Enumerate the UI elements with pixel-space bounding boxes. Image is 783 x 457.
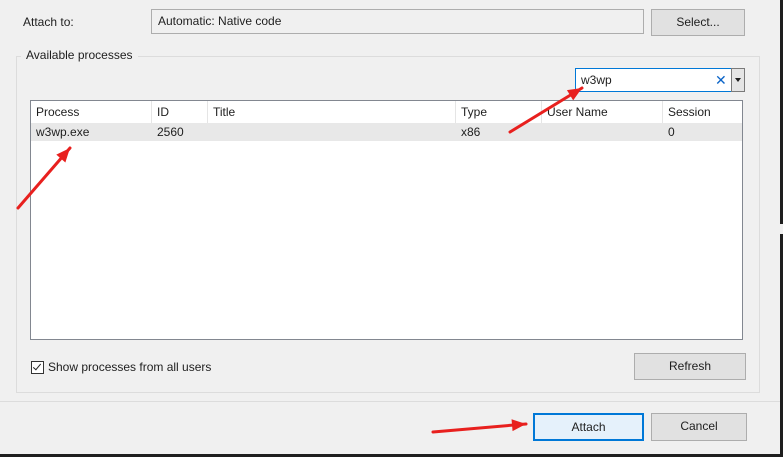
table-row[interactable]: w3wp.exe 2560 x86 0 bbox=[31, 123, 742, 141]
filter-dropdown-button[interactable] bbox=[731, 68, 745, 92]
arrow-to-attach-head bbox=[511, 419, 526, 432]
arrow-to-attach bbox=[431, 422, 528, 434]
cell-id: 2560 bbox=[157, 125, 184, 139]
show-all-users-checkbox[interactable] bbox=[31, 360, 44, 374]
close-icon[interactable]: ✕ bbox=[715, 71, 727, 89]
column-header-user-name[interactable]: User Name bbox=[542, 101, 663, 123]
process-list-header: Process ID Title Type User Name Session bbox=[31, 101, 742, 123]
cancel-button[interactable]: Cancel bbox=[651, 413, 747, 441]
refresh-button[interactable]: Refresh bbox=[634, 353, 746, 380]
column-header-type[interactable]: Type bbox=[456, 101, 542, 123]
process-filter-input[interactable] bbox=[579, 71, 703, 89]
available-processes-label: Available processes bbox=[21, 48, 138, 62]
cell-user-name bbox=[542, 123, 663, 141]
process-list[interactable]: Process ID Title Type User Name Session … bbox=[30, 100, 743, 340]
cell-title bbox=[208, 123, 456, 141]
column-header-title[interactable]: Title bbox=[208, 101, 456, 123]
column-header-process[interactable]: Process bbox=[31, 101, 152, 123]
show-all-users-label: Show processes from all users bbox=[48, 360, 212, 374]
cell-session: 0 bbox=[668, 125, 675, 139]
column-header-id[interactable]: ID bbox=[152, 101, 208, 123]
cell-type: x86 bbox=[461, 125, 481, 139]
attach-button[interactable]: Attach bbox=[533, 413, 644, 441]
checkmark-icon bbox=[32, 361, 42, 370]
footer-divider bbox=[0, 401, 780, 402]
column-header-session[interactable]: Session bbox=[663, 101, 742, 123]
chevron-down-icon bbox=[735, 78, 741, 82]
process-filter-box[interactable]: ✕ bbox=[575, 68, 732, 92]
select-button[interactable]: Select... bbox=[651, 9, 745, 36]
show-all-users-option[interactable]: Show processes from all users bbox=[31, 360, 211, 374]
attach-to-label: Attach to: bbox=[23, 15, 74, 29]
cell-process: w3wp.exe bbox=[36, 125, 90, 139]
attach-to-field[interactable]: Automatic: Native code bbox=[151, 9, 644, 34]
